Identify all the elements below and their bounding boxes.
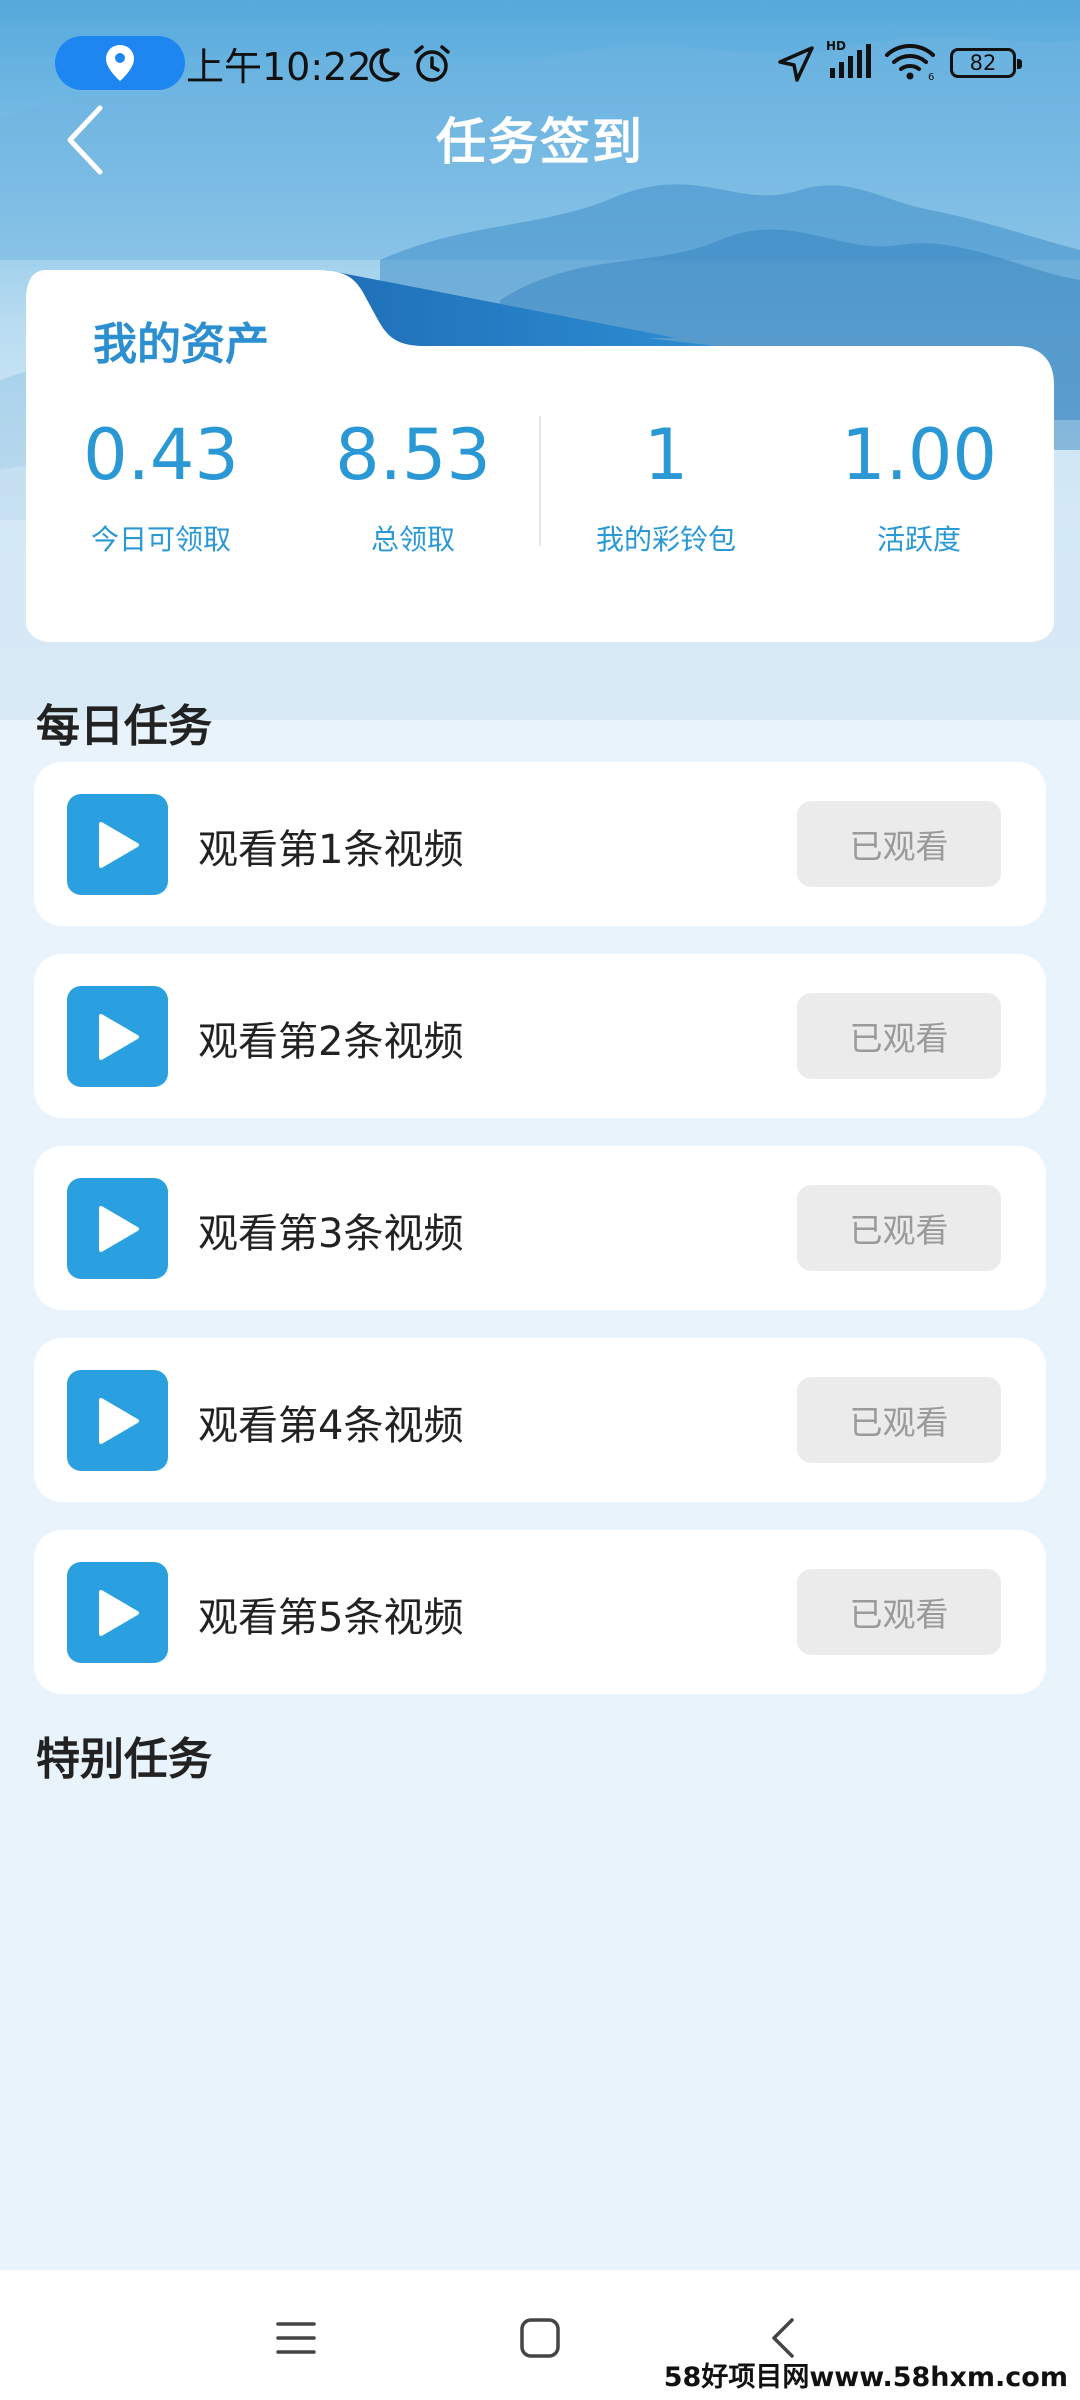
status-time: 上午10:22 [186,44,372,89]
menu-icon [276,2322,316,2354]
stat-total-claimed[interactable]: 8.53 总领取 [288,420,538,558]
alarm-icon [414,45,450,82]
watched-button[interactable]: 已观看 [797,1377,1001,1463]
stat-label: 总领取 [370,523,455,556]
moon-icon [369,48,400,82]
location-indicator[interactable] [55,36,185,90]
task-item: 观看第1条视频 已观看 [34,762,1046,926]
daily-tasks-title: 每日任务 [36,701,212,752]
battery-icon: 82 [950,48,1022,78]
task-item: 观看第4条视频 已观看 [34,1338,1046,1502]
task-label: 观看第5条视频 [198,1595,464,1641]
menu-button[interactable] [266,2310,326,2366]
play-video-icon [67,1178,168,1279]
svg-text:HD: HD [826,39,846,53]
home-button[interactable] [510,2310,570,2366]
play-video-icon [67,1370,168,1471]
watched-button[interactable]: 已观看 [797,1185,1001,1271]
stat-value: 1 [643,414,689,496]
watermark: 58好项目网www.58hxm.com [663,2362,1068,2393]
assets-title: 我的资产 [93,319,269,370]
task-label: 观看第3条视频 [198,1211,464,1257]
wifi-icon: 6 [885,44,935,82]
task-item: 观看第2条视频 已观看 [34,954,1046,1118]
task-label: 观看第4条视频 [198,1403,464,1449]
stat-value: 8.53 [335,414,491,496]
page-title: 任务签到 [436,113,644,171]
play-video-icon [67,986,168,1087]
task-label: 观看第1条视频 [198,827,464,873]
play-video-icon [67,1562,168,1663]
stat-value: 1.00 [841,414,997,496]
stat-label: 今日可领取 [90,523,231,556]
stat-today-claimable[interactable]: 0.43 今日可领取 [36,420,286,558]
location-pin-icon [106,45,134,81]
stat-label: 我的彩铃包 [595,523,736,556]
svg-text:6: 6 [928,72,934,82]
watched-button[interactable]: 已观看 [797,801,1001,887]
stat-value: 0.43 [83,414,239,496]
watched-button[interactable]: 已观看 [797,1569,1001,1655]
assets-card: 我的资产 0.43 今日可领取 8.53 总领取 1 我的彩铃包 1.00 活跃… [26,270,1054,642]
home-icon [520,2318,560,2358]
task-item: 观看第3条视频 已观看 [34,1146,1046,1310]
stat-ringtone-pack[interactable]: 1 我的彩铃包 [541,420,791,558]
assets-stats: 0.43 今日可领取 8.53 总领取 1 我的彩铃包 1.00 活跃度 [26,416,1054,580]
navigation-arrow-icon [778,46,814,82]
special-tasks-title: 特别任务 [36,1734,212,1785]
play-video-icon [67,794,168,895]
hd-signal-icon: HD [826,39,871,78]
task-item: 观看第5条视频 已观看 [34,1530,1046,1694]
task-label: 观看第2条视频 [198,1019,464,1065]
stat-activity[interactable]: 1.00 活跃度 [794,420,1044,558]
watched-button[interactable]: 已观看 [797,993,1001,1079]
stat-label: 活跃度 [876,523,961,556]
